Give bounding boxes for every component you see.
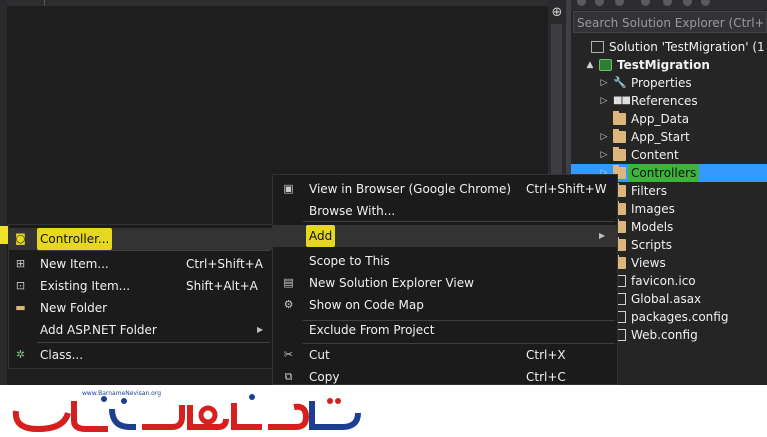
- folder-icon: [613, 129, 626, 143]
- tree-item-label: References: [631, 94, 698, 108]
- tree-item-label: Filters: [631, 184, 667, 198]
- menu-item-label: Cut: [309, 348, 330, 362]
- menu-item-controller[interactable]: ◙ Controller...: [9, 228, 272, 250]
- class-icon: ✲: [15, 348, 26, 361]
- barnamenevisan-logo: www.BarnameNevisan.org: [12, 387, 367, 433]
- menu-item-label: New Solution Explorer View: [309, 276, 474, 290]
- tree-item-label: Web.config: [631, 328, 698, 342]
- editor-tab-strip: [0, 0, 548, 6]
- menu-item-cut[interactable]: ✂ Cut Ctrl+X: [273, 344, 617, 366]
- code-map-icon: ⚙: [283, 298, 294, 311]
- tree-item-label: Images: [631, 202, 675, 216]
- solution-explorer-toolbar: [571, 0, 767, 10]
- menu-item-new-folder[interactable]: ▬ New Folder: [9, 297, 272, 319]
- existing-item-icon: ⊡: [15, 279, 26, 292]
- expanded-arrow-icon[interactable]: ▲: [585, 56, 595, 74]
- tree-item-label: Controllers: [628, 164, 700, 182]
- tree-item[interactable]: App_Data: [571, 110, 767, 128]
- menu-item-shortcut: Ctrl+C: [526, 370, 566, 384]
- menu-item-show-on-code-map[interactable]: ⚙ Show on Code Map: [273, 294, 617, 316]
- copy-icon: ⧉: [284, 370, 293, 383]
- tree-item[interactable]: Solution 'TestMigration' (1 project): [571, 38, 767, 56]
- menu-item-scope-to-this[interactable]: Scope to This: [273, 250, 617, 272]
- expand-arrow-icon[interactable]: ▷: [599, 92, 609, 110]
- expand-arrow-icon[interactable]: ▷: [599, 74, 609, 92]
- tree-item-label: App_Start: [631, 130, 690, 144]
- menu-item-shortcut: Shift+Alt+A: [186, 279, 258, 293]
- expand-arrow-icon[interactable]: ▷: [599, 128, 609, 146]
- new-item-icon: ⊞: [15, 257, 26, 270]
- menu-item-exclude-from-project[interactable]: Exclude From Project: [273, 319, 617, 341]
- tree-item-label: Views: [631, 256, 666, 270]
- folder-icon: [613, 111, 626, 125]
- menu-item-copy[interactable]: ⧉ Copy Ctrl+C: [273, 366, 617, 388]
- folder-icon: [613, 147, 626, 161]
- tree-item-label: Models: [631, 220, 674, 234]
- browser-icon: ▣: [283, 182, 294, 195]
- context-menu: ▣ View in Browser (Google Chrome) Ctrl+Shi…: [272, 174, 618, 385]
- tree-item-label: Global.asax: [631, 292, 702, 306]
- solution-search-box[interactable]: [573, 11, 767, 33]
- menu-item-shortcut: Ctrl+Shift+W: [526, 182, 607, 196]
- menu-item-label: Add ASP.NET Folder: [40, 323, 157, 337]
- editor-gutter: [0, 0, 7, 385]
- split-window-icon[interactable]: ⊕: [551, 6, 563, 20]
- menu-item-add-asp-net-folder[interactable]: Add ASP.NET Folder ▶: [9, 319, 272, 341]
- menu-item-shortcut: Ctrl+Shift+A: [186, 257, 263, 271]
- logo-url-text: www.BarnameNevisan.org: [82, 390, 161, 397]
- submenu-arrow-icon: ▶: [257, 325, 264, 334]
- menu-item-label: View in Browser (Google Chrome): [309, 182, 512, 196]
- tree-item-label: Scripts: [631, 238, 673, 252]
- scrollbar-thumb[interactable]: [551, 24, 562, 179]
- tree-item-label: packages.config: [631, 310, 729, 324]
- tree-item-label: TestMigration: [617, 58, 710, 72]
- menu-item-label: Existing Item...: [40, 279, 131, 293]
- menu-item-label: Exclude From Project: [309, 323, 435, 337]
- add-submenu: ◙ Controller... ⊞ New Item... Ctrl+Shift+A ⊡ E…: [8, 224, 273, 369]
- menu-item-add[interactable]: Add ▶: [273, 225, 617, 247]
- menu-item-label: New Item...: [40, 257, 109, 271]
- scissors-icon: ✂: [283, 348, 294, 361]
- tree-item-label: Properties: [631, 76, 692, 90]
- menu-item-label: Add: [306, 225, 336, 247]
- folder-icon: ▬: [15, 301, 26, 314]
- expand-arrow-icon[interactable]: ▷: [599, 146, 609, 164]
- menu-item-label: Class...: [40, 348, 84, 362]
- submenu-arrow-icon: ▶: [599, 231, 606, 240]
- menu-item-class[interactable]: ✲ Class...: [9, 344, 272, 366]
- menu-item-label: Copy: [309, 370, 340, 384]
- menu-item-browse-with[interactable]: Browse With...: [273, 200, 617, 222]
- menu-item-label: Browse With...: [309, 204, 396, 218]
- menu-item-label: New Folder: [40, 301, 108, 315]
- references-icon: ■■: [613, 95, 631, 106]
- menu-item-label: Scope to This: [309, 254, 390, 268]
- tree-item[interactable]: ▷ App_Start: [571, 128, 767, 146]
- tree-item[interactable]: ▲ TestMigration: [571, 56, 767, 74]
- tree-item[interactable]: ▷ ■■ References: [571, 92, 767, 110]
- new-view-icon: ▤: [283, 276, 294, 289]
- wrench-icon: 🔧: [613, 76, 627, 89]
- tree-item-label: App_Data: [631, 112, 690, 126]
- controller-icon: ◙: [15, 232, 26, 245]
- menu-item-new-solution-explorer-view[interactable]: ▤ New Solution Explorer View: [273, 272, 617, 294]
- tree-item-label: favicon.ico: [631, 274, 696, 288]
- tree-item[interactable]: ▷ Content: [571, 146, 767, 164]
- menu-item-new-item[interactable]: ⊞ New Item... Ctrl+Shift+A: [9, 253, 272, 275]
- web-project-icon: [599, 59, 612, 71]
- menu-item-existing-item[interactable]: ⊡ Existing Item... Shift+Alt+A: [9, 275, 272, 297]
- solution-search-input[interactable]: [577, 14, 763, 31]
- menu-item-label: Show on Code Map: [309, 298, 424, 312]
- tree-item-label: Content: [631, 148, 679, 162]
- solution-icon: [591, 41, 604, 53]
- tree-item-label: Solution 'TestMigration' (1 project): [609, 40, 767, 54]
- tree-item[interactable]: ▷ 🔧 Properties: [571, 74, 767, 92]
- menu-item-shortcut: Ctrl+X: [526, 348, 566, 362]
- menu-item-label: Controller...: [37, 228, 113, 250]
- menu-item-view-in-browser-google-chrome[interactable]: ▣ View in Browser (Google Chrome) Ctrl+Shi…: [273, 178, 617, 200]
